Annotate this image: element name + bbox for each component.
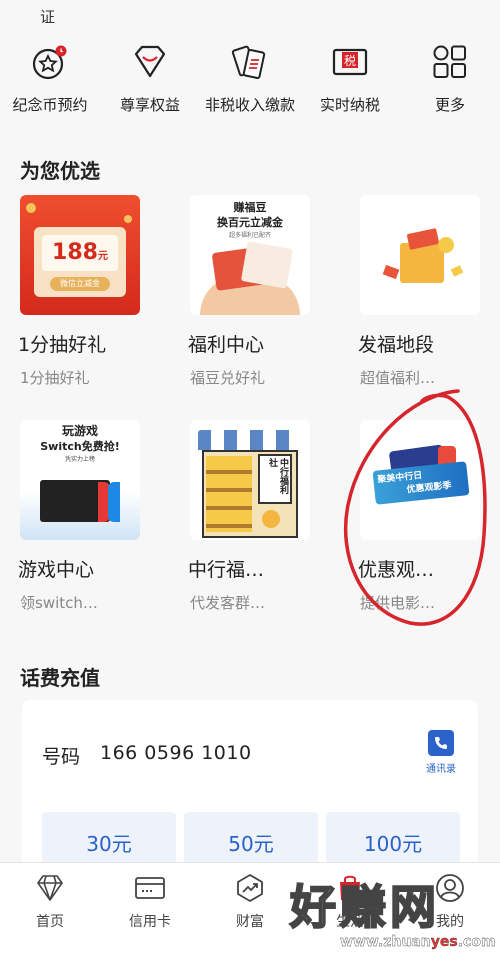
thumb-line3: 凭实力上榜 bbox=[64, 456, 95, 463]
thumb-tag: 微信立减金 bbox=[50, 277, 110, 291]
card-subtitle: 1分抽好礼 bbox=[20, 369, 90, 387]
game-center-thumbnail: 玩游戏 Switch免费抢! 凭实力上榜 bbox=[20, 420, 140, 540]
recommend-card-game-center[interactable]: 玩游戏 Switch免费抢! 凭实力上榜 游戏中心 领switch… bbox=[0, 415, 160, 625]
contacts-button[interactable]: 通讯录 bbox=[418, 730, 464, 775]
recommend-card-movie-discount[interactable]: 聚美中行日 优惠观影季 优惠观… 提供电影… bbox=[340, 415, 500, 625]
tab-label: 首页 bbox=[36, 914, 64, 930]
tab-life[interactable]: 生活 bbox=[300, 863, 400, 970]
tab-label: 财富 bbox=[236, 914, 264, 930]
contacts-label: 通讯录 bbox=[426, 764, 456, 775]
user-profile-icon bbox=[433, 871, 467, 905]
card-title: 游戏中心 bbox=[18, 559, 95, 581]
quick-label: 非税收入缴款 bbox=[205, 96, 296, 114]
phone-number-field[interactable]: 166 0596 1010 bbox=[100, 742, 252, 764]
movie-discount-thumbnail: 聚美中行日 优惠观影季 bbox=[360, 420, 480, 540]
card-title: 发福地段 bbox=[358, 334, 435, 356]
thumb-line2: 换百元立减金 bbox=[217, 216, 283, 229]
card-title: 福利中心 bbox=[188, 334, 265, 356]
tab-mine[interactable]: 我的 bbox=[400, 863, 500, 970]
home-diamond-icon bbox=[33, 871, 67, 905]
more-grid-icon bbox=[428, 40, 472, 84]
truncated-header-text: 证 bbox=[40, 8, 56, 26]
card-title: 中行福… bbox=[188, 559, 265, 581]
recommend-card-boc-welfare[interactable]: 中行福利社 中行福… 代发客群… bbox=[170, 415, 330, 625]
card-subtitle: 福豆兑好礼 bbox=[190, 369, 266, 387]
quick-label: 更多 bbox=[434, 96, 465, 114]
recommend-card-lottery[interactable]: 188元 微信立减金 1分抽好礼 1分抽好礼 bbox=[0, 190, 160, 400]
recommend-card-fortune-spot[interactable]: 发福地段 超值福利… bbox=[340, 190, 500, 400]
thumb-line1: 玩游戏 bbox=[61, 424, 98, 438]
bottom-tab-bar: 首页 信用卡 财富 生活 我的 bbox=[0, 862, 500, 970]
welfare-center-thumbnail: 赚福豆 换百元立减金 超多福利已配齐 bbox=[190, 195, 310, 315]
tax-icon: 税 bbox=[328, 40, 372, 84]
shop-sign: 中行福利社 bbox=[258, 454, 292, 504]
quick-label: 尊享权益 bbox=[119, 96, 180, 114]
tab-home[interactable]: 首页 bbox=[0, 863, 100, 970]
tab-label: 生活 bbox=[336, 914, 364, 930]
card-subtitle: 超值福利… bbox=[360, 369, 436, 387]
card-subtitle: 提供电影… bbox=[360, 594, 436, 612]
quick-label: 纪念币预约 bbox=[12, 96, 88, 114]
card-subtitle: 代发客群… bbox=[190, 594, 266, 612]
recommend-card-welfare-center[interactable]: 赚福豆 换百元立减金 超多福利已配齐 福利中心 福豆兑好礼 bbox=[170, 190, 330, 400]
card-subtitle: 领switch… bbox=[20, 594, 98, 612]
quick-item-premium-rights[interactable]: 尊享权益 bbox=[100, 40, 200, 140]
lottery-thumbnail: 188元 微信立减金 bbox=[20, 195, 140, 315]
tab-wealth[interactable]: 财富 bbox=[200, 863, 300, 970]
fortune-spot-thumbnail bbox=[360, 195, 480, 315]
tab-label: 信用卡 bbox=[129, 914, 171, 930]
card-title: 1分抽好礼 bbox=[18, 334, 107, 356]
thumb-line3: 超多福利已配齐 bbox=[228, 232, 271, 239]
thumb-unit: 元 bbox=[97, 251, 108, 262]
life-bag-icon bbox=[333, 871, 367, 905]
quick-label: 实时纳税 bbox=[319, 96, 380, 114]
wealth-chart-icon bbox=[233, 871, 267, 905]
tab-credit-card[interactable]: 信用卡 bbox=[100, 863, 200, 970]
tax-icon-glyph: 税 bbox=[344, 54, 356, 68]
thumb-line1: 赚福豆 bbox=[233, 201, 267, 214]
thumb-big-number: 188 bbox=[52, 240, 98, 265]
phone-label: 号码 bbox=[42, 746, 81, 768]
quick-item-commemorative-coin[interactable]: 纪念币预约 bbox=[0, 40, 100, 140]
commemorative-coin-icon bbox=[28, 40, 72, 84]
phone-contacts-icon bbox=[428, 730, 454, 756]
card-title: 优惠观… bbox=[358, 559, 435, 581]
non-tax-payment-icon bbox=[228, 40, 272, 84]
recharge-section-title: 话费充值 bbox=[20, 666, 100, 690]
quick-item-non-tax-payment[interactable]: 非税收入缴款 bbox=[200, 40, 300, 140]
thumb-line2: Switch免费抢! bbox=[40, 440, 120, 453]
recommend-section-title: 为您优选 bbox=[20, 159, 100, 183]
quick-menu: 纪念币预约 尊享权益 非税收入缴款 税 实时纳税 更多 bbox=[0, 40, 500, 140]
tab-label: 我的 bbox=[436, 914, 464, 930]
quick-item-realtime-tax[interactable]: 税 实时纳税 bbox=[300, 40, 400, 140]
credit-card-icon bbox=[133, 871, 167, 905]
diamond-icon bbox=[128, 40, 172, 84]
boc-welfare-shop-thumbnail: 中行福利社 bbox=[190, 420, 310, 540]
quick-item-more[interactable]: 更多 bbox=[400, 40, 500, 140]
